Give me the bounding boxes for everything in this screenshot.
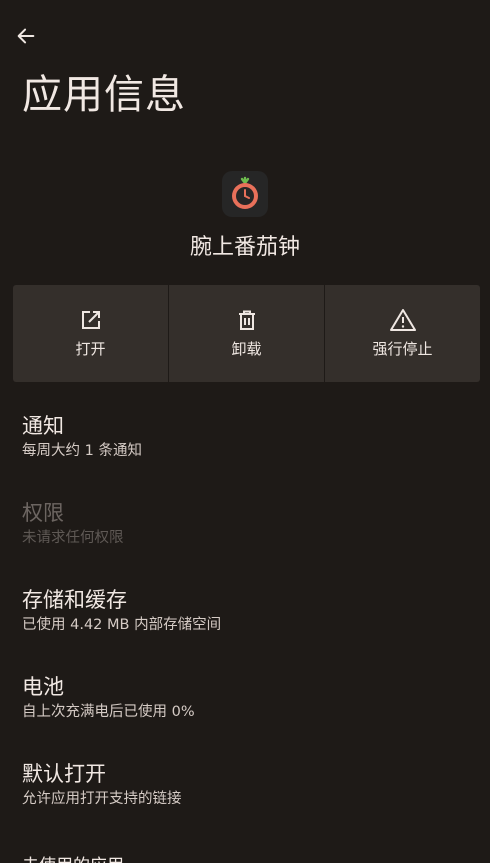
open-label: 打开 — [75, 340, 106, 358]
setting-summary: 每周大约 1 条通知 — [22, 443, 142, 459]
setting-summary: 自上次充满电后已使用 0% — [22, 704, 195, 720]
settings-item-unused-apps[interactable]: 未使用的应用 — [22, 851, 124, 863]
page-title: 应用信息 — [22, 72, 186, 118]
open-external-icon — [81, 311, 100, 329]
setting-title: 电池 — [22, 675, 64, 699]
force-stop-button[interactable]: 强行停止 — [325, 285, 480, 382]
settings-item-storage[interactable]: 存储和缓存 已使用 4.42 MB 内部存储空间 — [0, 572, 490, 659]
setting-title: 默认打开 — [22, 762, 106, 786]
settings-item-notifications[interactable]: 通知 每周大约 1 条通知 — [0, 398, 490, 485]
app-name: 腕上番茄钟 — [189, 235, 300, 260]
tomato-clock-icon — [232, 176, 258, 209]
back-button[interactable] — [10, 20, 42, 52]
uninstall-label: 卸载 — [231, 340, 262, 358]
settings-list: 通知 每周大约 1 条通知 权限 未请求任何权限 存储和缓存 已使用 4.42 … — [0, 398, 490, 833]
arrow-back-icon — [17, 28, 35, 44]
open-button[interactable]: 打开 — [13, 285, 168, 382]
force-stop-label: 强行停止 — [372, 340, 433, 358]
settings-item-open-by-default[interactable]: 默认打开 允许应用打开支持的链接 — [0, 746, 490, 833]
app-icon — [222, 171, 268, 217]
trash-icon — [238, 310, 255, 330]
app-info-screen: 应用信息 腕上番茄钟 打开 卸载 强行停止 通知 每周大约 1 条通知 权限 未… — [0, 0, 490, 863]
setting-title: 权限 — [22, 501, 64, 525]
warning-icon — [389, 309, 416, 331]
settings-item-permissions: 权限 未请求任何权限 — [0, 485, 490, 572]
uninstall-button[interactable]: 卸载 — [169, 285, 324, 382]
setting-summary: 已使用 4.42 MB 内部存储空间 — [22, 617, 222, 633]
action-bar: 打开 卸载 强行停止 — [13, 285, 480, 382]
setting-summary: 允许应用打开支持的链接 — [22, 791, 182, 807]
setting-summary: 未请求任何权限 — [22, 530, 124, 546]
setting-title: 存储和缓存 — [22, 588, 127, 612]
setting-title: 通知 — [22, 414, 64, 438]
settings-item-battery[interactable]: 电池 自上次充满电后已使用 0% — [0, 659, 490, 746]
